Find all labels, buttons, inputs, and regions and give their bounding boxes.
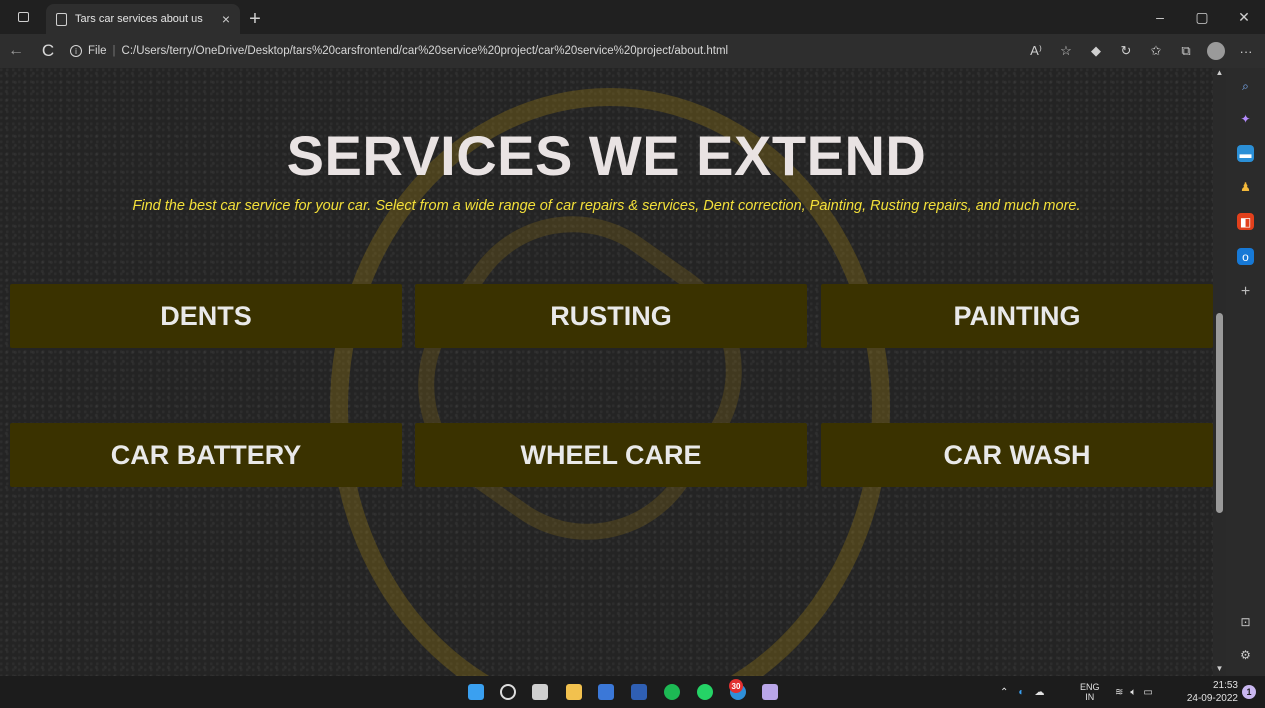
language-indicator[interactable]: ENG IN [1080,676,1100,708]
address-bar[interactable]: i File | C:/Users/terry/OneDrive/Desktop… [70,38,940,64]
search-taskbar-icon[interactable] [500,684,516,700]
language-region: IN [1085,692,1095,702]
service-painting[interactable]: PAINTING [821,284,1213,348]
info-icon[interactable]: i [70,45,82,57]
chevron-up-icon[interactable]: ⌃ [1000,687,1008,698]
extension-icon[interactable]: ◆ [1081,43,1111,59]
clock-time: 21:53 [1212,680,1238,691]
more-button[interactable]: ··· [1231,44,1261,59]
outlook-icon[interactable]: o [1237,248,1254,265]
scroll-up-arrow[interactable]: ▲ [1213,68,1226,80]
battery-icon: ▭ [1143,686,1153,698]
settings-icon[interactable]: ⚙ [1237,646,1254,663]
page-subtitle: Find the best car service for your car. … [132,198,1081,214]
start-icon[interactable] [468,684,484,700]
service-rusting[interactable]: RUSTING [415,284,807,348]
store-icon[interactable] [598,684,614,700]
url-separator: | [112,45,116,57]
page-title: SERVICES WE EXTEND [286,124,927,187]
whatsapp-badge: 30 [729,679,743,693]
profile-avatar[interactable] [1207,42,1225,60]
tab-close-button[interactable]: × [222,11,230,27]
favorites-icon[interactable]: ✩ [1141,43,1171,59]
tab-strip: Tars car services about us × + – ▢ ✕ [0,0,1265,34]
minimize-button[interactable]: – [1139,9,1181,25]
favorite-icon[interactable]: ☆ [1051,43,1081,59]
word-icon[interactable] [631,684,647,700]
service-wheel-care[interactable]: WHEEL CARE [415,423,807,487]
new-tab-button[interactable]: + [240,4,270,34]
search-icon[interactable]: ⌕ [1237,78,1254,95]
page-viewport: SERVICES WE EXTEND Find the best car ser… [0,68,1213,676]
navigation-bar: ← C i File | C:/Users/terry/OneDrive/Des… [0,34,1265,68]
toolbar-icons: A⁾ ☆ ◆ ↻ ✩ ⧉ ··· [1021,42,1265,60]
window-controls: – ▢ ✕ [1139,0,1265,34]
wifi-icon: ≋ [1115,686,1124,698]
volume-icon: 🔈︎ [1130,686,1137,698]
split-screen-icon[interactable]: ⊡ [1237,613,1254,630]
add-icon[interactable]: + [1237,283,1254,300]
notification-badge[interactable]: 1 [1242,685,1256,699]
browser-tab[interactable]: Tars car services about us × [46,4,240,34]
url-scheme-label: File [88,45,107,57]
collections-icon[interactable]: ⧉ [1171,43,1201,59]
whatsapp-icon[interactable] [697,684,713,700]
tray-app-icon[interactable]: ◐ [1018,687,1024,698]
windows-taskbar: ⌃ ◐ ☁ ENG IN ≋ 🔈︎ ▭ 21:53 24-09-2022 1 [0,676,1265,708]
close-window-button[interactable]: ✕ [1223,9,1265,26]
language-code: ENG [1080,682,1100,692]
page-icon [56,12,67,26]
tab-title: Tars car services about us [75,13,203,25]
copilot-icon[interactable]: ✦ [1237,110,1254,127]
status-icons[interactable]: ≋ 🔈︎ ▭ [1115,676,1153,708]
tab-actions-button[interactable] [0,0,46,34]
file-explorer-icon[interactable] [566,684,582,700]
system-tray: ⌃ ◐ ☁ [1000,676,1044,708]
back-button[interactable]: ← [0,36,32,66]
edge-sidebar: ⌕ ✦ ▬ ♟ ◧ o + ⊡ ⚙ [1226,68,1265,676]
read-aloud-icon[interactable]: A⁾ [1021,43,1051,59]
shopping-icon[interactable]: ▬ [1237,145,1254,162]
service-car-battery[interactable]: CAR BATTERY [10,423,402,487]
snipping-tool-icon[interactable] [762,684,778,700]
reload-button[interactable]: C [32,36,64,66]
onedrive-icon[interactable]: ☁ [1034,687,1044,698]
games-icon[interactable]: ♟ [1237,178,1254,195]
refresh-extension-icon[interactable]: ↻ [1111,43,1141,59]
scroll-thumb[interactable] [1216,313,1223,513]
office-icon[interactable]: ◧ [1237,213,1254,230]
service-dents[interactable]: DENTS [10,284,402,348]
clock-date: 24-09-2022 [1186,693,1238,704]
task-view-icon[interactable] [532,684,548,700]
scroll-down-arrow[interactable]: ▼ [1213,664,1226,676]
clock[interactable]: 21:53 24-09-2022 [1180,679,1238,705]
tab-actions-icon [17,12,29,22]
maximize-button[interactable]: ▢ [1181,9,1223,26]
service-car-wash[interactable]: CAR WASH [821,423,1213,487]
vertical-scrollbar[interactable]: ▲ ▼ [1213,68,1226,676]
spotify-icon[interactable] [664,684,680,700]
url-text[interactable]: C:/Users/terry/OneDrive/Desktop/tars%20c… [122,45,729,57]
